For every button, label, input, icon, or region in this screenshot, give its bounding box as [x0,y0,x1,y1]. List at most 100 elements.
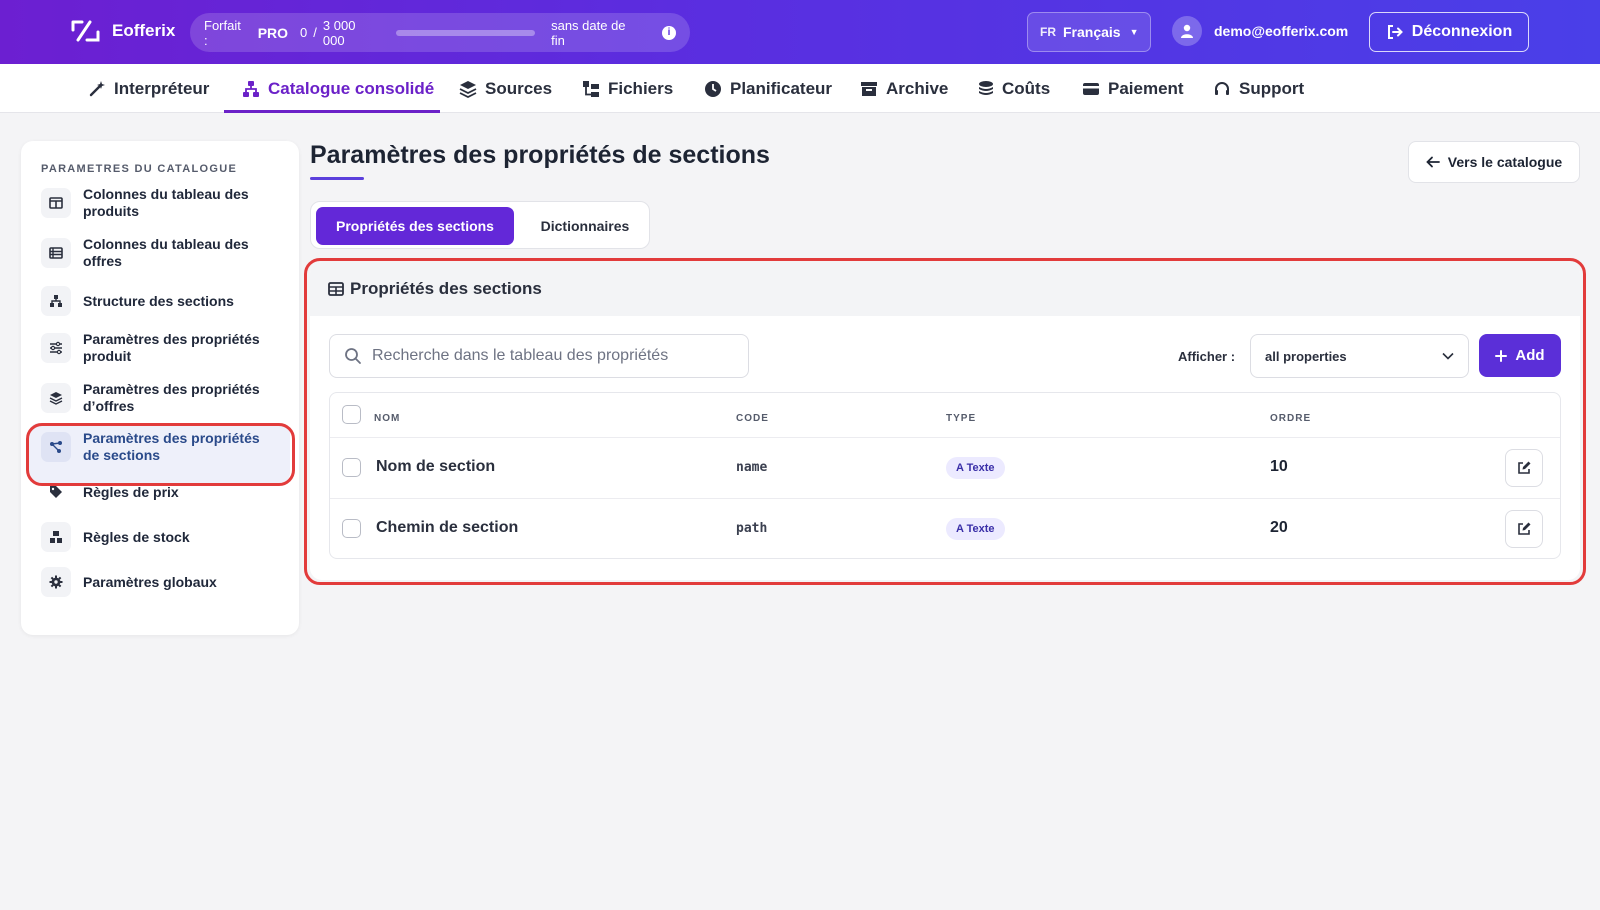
property-search [329,334,749,378]
tab-section-properties[interactable]: Propriétés des sections [316,207,514,245]
back-label: Vers le catalogue [1447,154,1563,170]
layers-icon [459,80,477,98]
nav-label: Coûts [1002,78,1051,98]
sidebar-item-label: Structure des sections [83,292,234,309]
sidebar-item-label: Paramètres globaux [83,573,217,590]
sidebar-item-section-structure[interactable]: Structure des sections [41,286,291,316]
edit-button[interactable] [1505,449,1543,487]
property-order: 10 [1270,458,1288,475]
type-badge: A Texte [946,457,1005,479]
column-header-type[interactable]: TYPE [946,413,976,424]
search-input[interactable] [372,347,732,365]
row-checkbox[interactable] [342,519,361,538]
nav-label: Support [1239,78,1305,98]
type-badge: A Texte [946,518,1005,540]
user-email: demo@eofferix.com [1214,23,1349,39]
plan-progress-bar [396,29,536,36]
plan-name: PRO [257,24,289,41]
nav-item-fichiers[interactable]: Fichiers [582,64,673,113]
logout-button[interactable]: Déconnexion [1369,12,1529,52]
property-order: 20 [1270,519,1288,536]
title-underline [310,177,364,180]
clock-icon [705,80,721,97]
sidebar-item-label: Paramètres des propriétés [83,381,260,397]
coins-icon [979,80,993,95]
plus-icon [1495,349,1508,362]
sidebar-item-label-2: d’offres [83,397,135,414]
nav-item-archive[interactable]: Archive [860,64,948,113]
column-header-name[interactable]: NOM [374,413,400,424]
tab-bar: Propriétés des sections Dictionnaires [310,201,650,249]
table-columns-icon [41,187,71,218]
main-nav: Interpréteur Catalogue consolidé Sources… [0,64,1600,113]
sitemap-icon [41,286,71,316]
property-code: name [736,460,768,475]
nav-item-planificateur[interactable]: Planificateur [704,64,832,113]
layers-icon [41,382,71,413]
sidebar-item-label-2: produit [83,347,132,364]
user-avatar-icon [1172,16,1202,46]
nav-item-interpreteur[interactable]: Interpréteur [88,64,209,113]
property-code: path [736,521,768,536]
app-name: Eofferix [112,21,176,40]
plan-limit: 3 000 000 [322,17,356,48]
tab-dictionaries[interactable]: Dictionnaires [521,207,649,245]
archive-icon [861,81,877,96]
property-name: Nom de section [376,458,496,475]
sidebar-heading: PARAMETRES DU CATALOGUE [41,163,238,175]
top-bar: Eofferix Forfait : PRO 0 / 3 000 000 san… [0,0,1600,64]
select-all-checkbox[interactable] [342,405,361,424]
sidebar-item-offer-properties[interactable]: Paramètres des propriétés d’offres [41,381,291,415]
page-title: Paramètres des propriétés de sections [310,141,770,169]
sidebar-item-label-2: offres [83,252,122,269]
column-header-order[interactable]: ORDRE [1270,413,1311,424]
chevron-down-icon [1442,352,1454,360]
sidebar-item-offer-columns[interactable]: Colonnes du tableau des offres [41,236,291,270]
row-divider [330,437,1560,438]
sidebar-item-global-settings[interactable]: Paramètres globaux [41,567,291,597]
edit-button[interactable] [1505,510,1543,548]
show-filter-value: all properties [1265,348,1347,364]
plan-usage: 0 [300,25,308,40]
show-filter-label: Afficher : [1178,349,1236,364]
credit-card-icon [1083,82,1099,95]
column-header-code[interactable]: CODE [736,413,769,424]
show-filter-select[interactable]: all properties [1250,334,1469,378]
plan-usage-pill: Forfait : PRO 0 / 3 000 000 sans date de… [190,13,690,52]
user-menu[interactable]: demo@eofferix.com [1172,16,1348,46]
nav-item-couts[interactable]: Coûts [976,64,1050,113]
caret-down-icon: ▼ [1129,27,1139,37]
sidebar-item-label: Règles de stock [83,528,190,545]
nav-item-catalogue[interactable]: Catalogue consolidé [242,64,434,113]
edit-icon [1518,461,1531,474]
sidebar-item-product-properties[interactable]: Paramètres des propriétés produit [41,331,291,365]
back-to-catalog-button[interactable]: Vers le catalogue [1408,141,1580,183]
logo-icon [71,20,100,42]
boxes-icon [41,522,71,552]
add-property-button[interactable]: Add [1479,334,1561,377]
sidebar-item-label: Colonnes du tableau des [83,186,249,202]
language-code: FR [1040,25,1056,39]
nav-item-support[interactable]: Support [1213,64,1304,113]
row-checkbox[interactable] [342,458,361,477]
properties-table: NOM CODE TYPE ORDRE Nom de section name … [329,392,1561,559]
nav-item-sources[interactable]: Sources [459,64,552,113]
sitemap-icon [243,80,259,97]
nav-active-indicator [224,110,440,113]
property-name: Chemin de section [376,519,519,536]
sidebar-item-stock-rules[interactable]: Règles de stock [41,522,291,552]
sidebar-item-label: Règles de prix [83,483,179,500]
nav-item-paiement[interactable]: Paiement [1082,64,1184,113]
sidebar-item-label: Paramètres des propriétés [83,331,260,347]
row-divider [330,498,1560,499]
language-selector[interactable]: FR Français ▼ [1027,12,1151,52]
table-list-icon [41,237,71,268]
add-label: Add [1515,347,1545,364]
sidebar-item-product-columns[interactable]: Colonnes du tableau des produits [41,186,291,220]
plan-separator: / [313,25,317,40]
info-icon[interactable]: i [662,25,676,40]
app-logo[interactable]: Eofferix [70,18,175,44]
sidebar-highlight-outline [26,423,295,486]
logout-icon [1387,25,1403,39]
nav-label: Archive [886,78,949,98]
